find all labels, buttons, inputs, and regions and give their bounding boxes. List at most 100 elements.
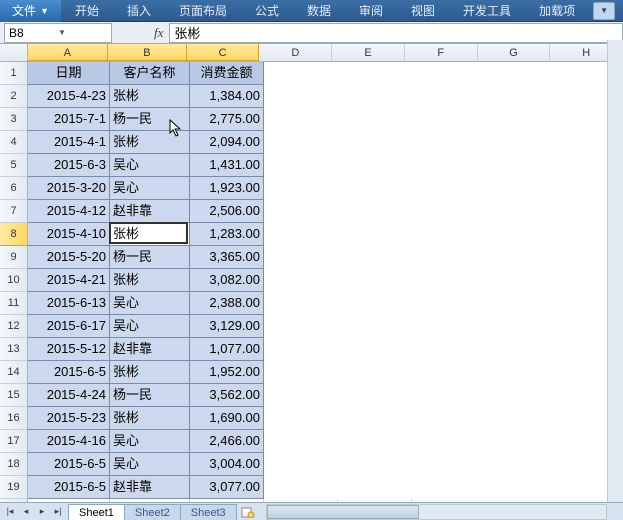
data-cell[interactable]: 1,431.00 [190, 154, 264, 177]
data-cell[interactable]: 张彬 [110, 407, 190, 430]
ribbon-tab-7[interactable]: 开发工具 [449, 0, 525, 22]
row-header-15[interactable]: 15 [0, 384, 28, 407]
data-cell[interactable]: 2,094.00 [190, 131, 264, 154]
data-cell[interactable]: 2015-7-1 [28, 108, 110, 131]
col-header-B[interactable]: B [108, 44, 187, 61]
data-cell[interactable]: 3,077.00 [190, 476, 264, 499]
sheet-nav-first[interactable]: |◂ [2, 504, 18, 520]
row-header-17[interactable]: 17 [0, 430, 28, 453]
row-header-7[interactable]: 7 [0, 200, 28, 223]
data-cell[interactable]: 赵非靠 [110, 476, 190, 499]
header-cell-name[interactable]: 客户名称 [110, 62, 190, 85]
data-cell[interactable]: 2015-4-10 [28, 223, 110, 246]
data-cell[interactable]: 杨一民 [110, 108, 190, 131]
data-cell[interactable]: 吴心 [110, 430, 190, 453]
data-cell[interactable]: 张彬 [110, 223, 190, 246]
col-header-F[interactable]: F [405, 44, 478, 61]
name-box[interactable]: B8 ▼ [4, 23, 112, 43]
data-cell[interactable]: 2015-4-1 [28, 131, 110, 154]
horizontal-scrollbar[interactable] [266, 504, 607, 520]
data-cell[interactable]: 2,466.00 [190, 430, 264, 453]
ribbon-tab-3[interactable]: 公式 [241, 0, 293, 22]
data-cell[interactable]: 赵非靠 [110, 338, 190, 361]
data-cell[interactable]: 吴心 [110, 292, 190, 315]
col-header-G[interactable]: G [478, 44, 551, 61]
data-cell[interactable]: 2015-6-5 [28, 476, 110, 499]
data-cell[interactable]: 1,952.00 [190, 361, 264, 384]
sheet-tab-Sheet2[interactable]: Sheet2 [124, 504, 181, 520]
row-header-8[interactable]: 8 [0, 223, 28, 246]
data-cell[interactable]: 2015-3-20 [28, 177, 110, 200]
file-menu-button[interactable]: 文件 ▼ [0, 0, 61, 22]
row-header-6[interactable]: 6 [0, 177, 28, 200]
data-cell[interactable]: 2015-4-23 [28, 85, 110, 108]
ribbon-overflow-button[interactable]: ▼ [593, 2, 615, 20]
cells-area[interactable]: 日期客户名称消费金额2015-4-23张彬1,384.002015-7-1杨一民… [28, 62, 623, 502]
header-cell-date[interactable]: 日期 [28, 62, 110, 85]
ribbon-tab-2[interactable]: 页面布局 [165, 0, 241, 22]
row-header-10[interactable]: 10 [0, 269, 28, 292]
row-header-12[interactable]: 12 [0, 315, 28, 338]
row-header-9[interactable]: 9 [0, 246, 28, 269]
data-cell[interactable]: 3,129.00 [190, 315, 264, 338]
sheet-tab-Sheet3[interactable]: Sheet3 [180, 504, 237, 520]
row-header-11[interactable]: 11 [0, 292, 28, 315]
ribbon-tab-6[interactable]: 视图 [397, 0, 449, 22]
data-cell[interactable]: 1,690.00 [190, 407, 264, 430]
header-cell-amount[interactable]: 消费金额 [190, 62, 264, 85]
data-cell[interactable]: 吴心 [110, 177, 190, 200]
data-cell[interactable]: 3,562.00 [190, 384, 264, 407]
data-cell[interactable]: 2015-6-13 [28, 292, 110, 315]
data-cell[interactable]: 杨一民 [110, 384, 190, 407]
sheet-nav-prev[interactable]: ◂ [18, 504, 34, 520]
data-cell[interactable]: 2015-4-24 [28, 384, 110, 407]
col-header-E[interactable]: E [332, 44, 405, 61]
col-header-A[interactable]: A [28, 44, 109, 61]
data-cell[interactable]: 1,923.00 [190, 177, 264, 200]
ribbon-tab-4[interactable]: 数据 [293, 0, 345, 22]
data-cell[interactable]: 2015-5-20 [28, 246, 110, 269]
data-cell[interactable]: 2,775.00 [190, 108, 264, 131]
data-cell[interactable]: 2015-5-23 [28, 407, 110, 430]
data-cell[interactable]: 2015-4-16 [28, 430, 110, 453]
col-header-C[interactable]: C [187, 44, 260, 61]
data-cell[interactable]: 赵非靠 [110, 200, 190, 223]
data-cell[interactable]: 张彬 [110, 131, 190, 154]
data-cell[interactable]: 吴心 [110, 453, 190, 476]
row-header-3[interactable]: 3 [0, 108, 28, 131]
data-cell[interactable]: 2,388.00 [190, 292, 264, 315]
data-cell[interactable]: 2015-6-5 [28, 361, 110, 384]
select-all-corner[interactable] [0, 44, 28, 62]
row-header-5[interactable]: 5 [0, 154, 28, 177]
ribbon-tab-0[interactable]: 开始 [61, 0, 113, 22]
row-header-13[interactable]: 13 [0, 338, 28, 361]
data-cell[interactable]: 1,283.00 [190, 223, 264, 246]
data-cell[interactable]: 2015-4-12 [28, 200, 110, 223]
row-header-4[interactable]: 4 [0, 131, 28, 154]
row-header-14[interactable]: 14 [0, 361, 28, 384]
data-cell[interactable]: 张彬 [110, 85, 190, 108]
data-cell[interactable]: 2015-6-3 [28, 154, 110, 177]
data-cell[interactable]: 张彬 [110, 361, 190, 384]
data-cell[interactable]: 2015-4-21 [28, 269, 110, 292]
data-cell[interactable]: 2015-5-12 [28, 338, 110, 361]
data-cell[interactable]: 2,506.00 [190, 200, 264, 223]
data-cell[interactable]: 2015-6-5 [28, 453, 110, 476]
col-header-D[interactable]: D [259, 44, 332, 61]
scroll-thumb[interactable] [267, 505, 420, 519]
data-cell[interactable]: 杨一民 [110, 246, 190, 269]
data-cell[interactable]: 3,082.00 [190, 269, 264, 292]
data-cell[interactable]: 张彬 [110, 269, 190, 292]
data-cell[interactable]: 2015-6-17 [28, 315, 110, 338]
sheet-tab-Sheet1[interactable]: Sheet1 [68, 504, 125, 520]
ribbon-tab-1[interactable]: 插入 [113, 0, 165, 22]
row-header-16[interactable]: 16 [0, 407, 28, 430]
data-cell[interactable]: 1,077.00 [190, 338, 264, 361]
data-cell[interactable]: 1,384.00 [190, 85, 264, 108]
row-header-2[interactable]: 2 [0, 85, 28, 108]
data-cell[interactable]: 3,365.00 [190, 246, 264, 269]
data-cell[interactable]: 吴心 [110, 315, 190, 338]
ribbon-tab-8[interactable]: 加载项 [525, 0, 589, 22]
add-sheet-button[interactable] [238, 506, 258, 518]
fx-icon[interactable]: fx [154, 25, 163, 41]
